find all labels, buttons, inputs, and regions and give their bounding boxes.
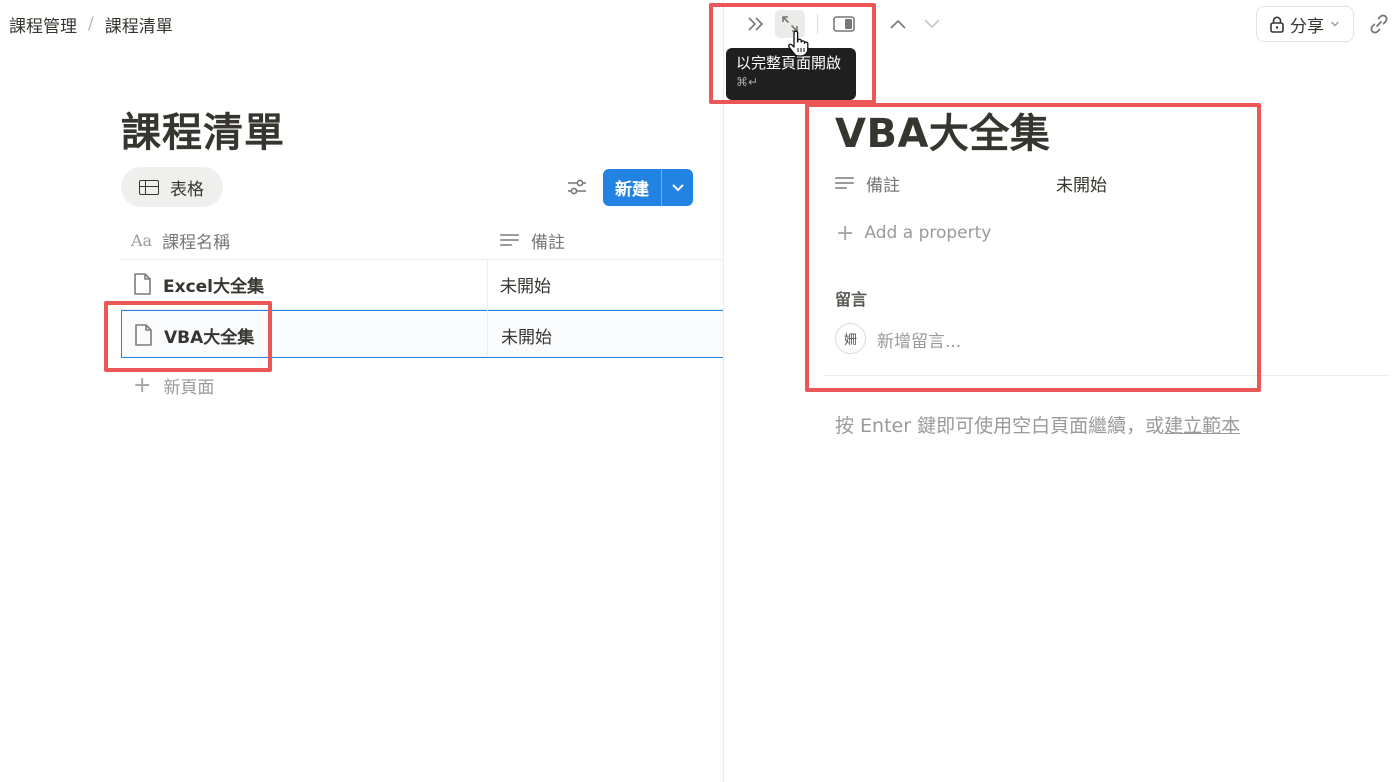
highlight-box-row <box>104 301 272 372</box>
column-header-name[interactable]: Aa 課程名稱 <box>131 222 230 258</box>
breadcrumb-current[interactable]: 課程清單 <box>105 12 173 37</box>
cell-note[interactable]: 未開始 <box>500 260 551 308</box>
view-tab-label: 表格 <box>170 179 204 200</box>
column-header-label: 課程名稱 <box>162 232 231 253</box>
new-page-label: 新頁面 <box>163 377 215 398</box>
column-header-note[interactable]: 備註 <box>500 222 565 258</box>
share-button[interactable]: 分享 <box>1256 6 1354 42</box>
page-icon <box>134 273 151 295</box>
course-name-text: Excel大全集 <box>163 276 265 297</box>
empty-hint-text: 按 Enter 鍵即可使用空白頁面繼續，或 <box>835 414 1165 437</box>
previous-page-button[interactable] <box>883 10 913 38</box>
new-dropdown-button[interactable] <box>662 169 693 206</box>
view-tab-table[interactable]: 表格 <box>121 167 223 207</box>
cell-note[interactable]: 未開始 <box>501 311 552 359</box>
create-template-link[interactable]: 建立範本 <box>1164 411 1240 438</box>
plus-icon: + <box>133 372 152 398</box>
table-icon <box>139 179 159 195</box>
text-lines-icon <box>500 233 519 247</box>
lock-icon <box>1270 16 1284 33</box>
highlight-box-toolbar <box>709 3 876 104</box>
chevron-down-icon <box>924 19 940 29</box>
page-title[interactable]: 課程清單 <box>121 100 285 158</box>
highlight-box-peek <box>805 103 1261 392</box>
chevron-down-icon <box>1331 21 1339 27</box>
breadcrumb-separator: / <box>88 14 94 34</box>
new-page-row[interactable]: + 新頁面 <box>133 372 214 398</box>
new-button-group: 新建 <box>603 169 693 206</box>
link-icon[interactable] <box>1367 12 1391 36</box>
next-page-button[interactable] <box>917 10 947 38</box>
chevron-down-icon <box>671 183 684 191</box>
title-property-icon: Aa <box>131 230 153 250</box>
new-button[interactable]: 新建 <box>603 169 662 206</box>
empty-page-hint: 按 Enter 鍵即可使用空白頁面繼續，或 建立範本 <box>835 411 1240 437</box>
sliders-icon[interactable] <box>566 177 588 197</box>
column-divider <box>487 260 488 356</box>
share-label: 分享 <box>1290 16 1324 37</box>
breadcrumb: 課程管理 / 課程清單 <box>9 12 173 37</box>
breadcrumb-parent[interactable]: 課程管理 <box>9 12 77 37</box>
column-header-label: 備註 <box>531 232 565 253</box>
pane-divider[interactable] <box>723 0 724 782</box>
chevron-up-icon <box>890 19 906 29</box>
